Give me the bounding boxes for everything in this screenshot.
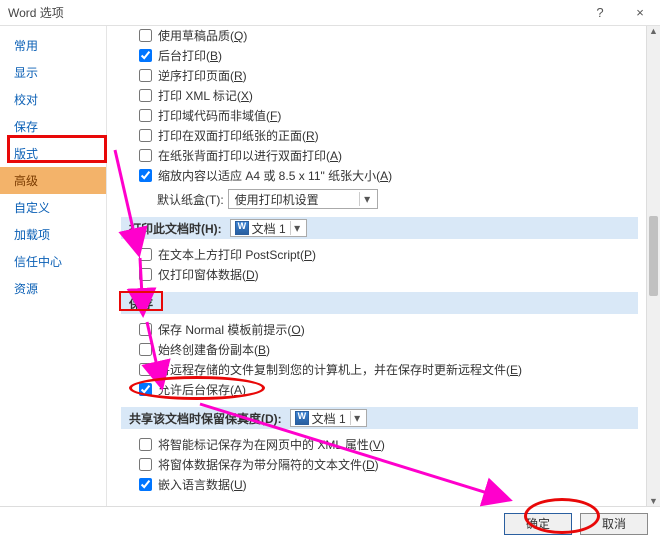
sidebar-item-6[interactable]: 自定义 xyxy=(0,194,106,221)
scroll-thumb[interactable] xyxy=(649,216,658,296)
share-option-checkbox-1[interactable] xyxy=(139,458,152,471)
chevron-down-icon: ▾ xyxy=(290,221,304,235)
print-option-label-4: 打印域代码而非域值(F) xyxy=(158,107,281,124)
save-option-row-0: 保存 Normal 模板前提示(O) xyxy=(139,320,646,339)
share-option-label-1: 将窗体数据保存为带分隔符的文本文件(D) xyxy=(158,456,379,473)
share-option-label-2: 嵌入语言数据(U) xyxy=(158,476,247,493)
save-section-header-label: 保存 xyxy=(129,295,153,312)
print-this-doc-header: 打印此文档时(H): 文档 1 ▾ xyxy=(121,217,638,239)
print-option-checkbox-4[interactable] xyxy=(139,109,152,122)
cancel-button[interactable]: 取消 xyxy=(580,513,648,535)
print-this-doc-header-label: 打印此文档时(H): xyxy=(129,220,222,237)
share-section-doc-name: 文档 1 xyxy=(312,410,346,427)
sidebar-item-8[interactable]: 信任中心 xyxy=(0,248,106,275)
sidebar-item-9[interactable]: 资源 xyxy=(0,275,106,302)
default-tray-row: 默认纸盒(T): 使用打印机设置 ▾ xyxy=(157,189,646,209)
print-option-row-2: 逆序打印页面(R) xyxy=(139,66,646,85)
word-doc-icon xyxy=(295,411,309,425)
dialog-footer: 确定 取消 xyxy=(0,506,660,540)
print-option-checkbox-6[interactable] xyxy=(139,149,152,162)
save-option-row-3: 允许后台保存(A) xyxy=(139,380,646,399)
help-button[interactable]: ? xyxy=(580,0,620,26)
chevron-down-icon: ▾ xyxy=(350,411,364,425)
print-option-label-7: 缩放内容以适应 A4 或 8.5 x 11" 纸张大小(A) xyxy=(158,167,392,184)
print-option-row-6: 在纸张背面打印以进行双面打印(A) xyxy=(139,146,646,165)
save-option-checkbox-3[interactable] xyxy=(139,383,152,396)
print-doc-option-label-0: 在文本上方打印 PostScript(P) xyxy=(158,246,316,263)
print-option-row-4: 打印域代码而非域值(F) xyxy=(139,106,646,125)
save-option-row-2: 将远程存储的文件复制到您的计算机上，并在保存时更新远程文件(E) xyxy=(139,360,646,379)
sidebar-item-5[interactable]: 高级 xyxy=(0,167,106,194)
titlebar: Word 选项 ? × xyxy=(0,0,660,26)
share-option-checkbox-0[interactable] xyxy=(139,438,152,451)
share-section-header: 共享该文档时保留保真度(D): 文档 1 ▾ xyxy=(121,407,638,429)
print-option-checkbox-0[interactable] xyxy=(139,29,152,42)
print-this-doc-combo[interactable]: 文档 1 ▾ xyxy=(230,219,307,237)
print-option-label-0: 使用草稿品质(Q) xyxy=(158,27,247,44)
default-tray-combo[interactable]: 使用打印机设置 ▾ xyxy=(228,189,378,209)
share-option-checkbox-2[interactable] xyxy=(139,478,152,491)
print-option-checkbox-1[interactable] xyxy=(139,49,152,62)
print-doc-option-row-1: 仅打印窗体数据(D) xyxy=(139,265,646,284)
sidebar-item-2[interactable]: 校对 xyxy=(0,86,106,113)
print-option-label-6: 在纸张背面打印以进行双面打印(A) xyxy=(158,147,342,164)
print-option-checkbox-2[interactable] xyxy=(139,69,152,82)
sidebar-item-1[interactable]: 显示 xyxy=(0,59,106,86)
content-pane: 使用草稿品质(Q) 后台打印(B) 逆序打印页面(R) 打印 XML 标记(X) 打印域… xyxy=(107,26,660,506)
save-option-label-3: 允许后台保存(A) xyxy=(158,381,246,398)
save-option-checkbox-2[interactable] xyxy=(139,363,152,376)
scrollbar[interactable]: ▲ ▼ xyxy=(646,26,660,506)
print-option-label-3: 打印 XML 标记(X) xyxy=(158,87,253,104)
print-option-label-2: 逆序打印页面(R) xyxy=(158,67,247,84)
print-doc-option-row-0: 在文本上方打印 PostScript(P) xyxy=(139,245,646,264)
print-option-row-3: 打印 XML 标记(X) xyxy=(139,86,646,105)
sidebar-item-7[interactable]: 加载项 xyxy=(0,221,106,248)
sidebar-item-3[interactable]: 保存 xyxy=(0,113,106,140)
save-option-checkbox-1[interactable] xyxy=(139,343,152,356)
chevron-down-icon: ▾ xyxy=(359,192,375,206)
print-this-doc-name: 文档 1 xyxy=(252,220,286,237)
save-section-header: 保存 xyxy=(121,292,638,314)
save-option-row-1: 始终创建备份副本(B) xyxy=(139,340,646,359)
share-option-row-0: 将智能标记保存为在网页中的 XML 属性(V) xyxy=(139,435,646,454)
share-option-row-1: 将窗体数据保存为带分隔符的文本文件(D) xyxy=(139,455,646,474)
sidebar-item-0[interactable]: 常用 xyxy=(0,32,106,59)
share-section-combo[interactable]: 文档 1 ▾ xyxy=(290,409,367,427)
share-option-row-2: 嵌入语言数据(U) xyxy=(139,475,646,494)
share-option-label-0: 将智能标记保存为在网页中的 XML 属性(V) xyxy=(158,436,385,453)
save-option-label-1: 始终创建备份副本(B) xyxy=(158,341,270,358)
print-option-label-1: 后台打印(B) xyxy=(158,47,222,64)
print-option-checkbox-5[interactable] xyxy=(139,129,152,142)
save-option-label-2: 将远程存储的文件复制到您的计算机上，并在保存时更新远程文件(E) xyxy=(158,361,522,378)
print-doc-option-label-1: 仅打印窗体数据(D) xyxy=(158,266,259,283)
word-doc-icon xyxy=(235,221,249,235)
print-doc-option-checkbox-0[interactable] xyxy=(139,248,152,261)
print-option-label-5: 打印在双面打印纸张的正面(R) xyxy=(158,127,319,144)
scroll-down-icon[interactable]: ▼ xyxy=(647,496,660,506)
scroll-up-icon[interactable]: ▲ xyxy=(647,26,660,36)
default-tray-label: 默认纸盒(T): xyxy=(157,191,224,208)
default-tray-value: 使用打印机设置 xyxy=(235,191,355,208)
share-section-header-label: 共享该文档时保留保真度(D): xyxy=(129,410,282,427)
save-option-checkbox-0[interactable] xyxy=(139,323,152,336)
close-button[interactable]: × xyxy=(620,0,660,26)
ok-button[interactable]: 确定 xyxy=(504,513,572,535)
sidebar: 常用显示校对保存版式高级自定义加载项信任中心资源 xyxy=(0,26,107,506)
print-option-row-5: 打印在双面打印纸张的正面(R) xyxy=(139,126,646,145)
print-option-checkbox-3[interactable] xyxy=(139,89,152,102)
sidebar-item-4[interactable]: 版式 xyxy=(0,140,106,167)
print-option-row-0: 使用草稿品质(Q) xyxy=(139,26,646,45)
print-option-row-1: 后台打印(B) xyxy=(139,46,646,65)
save-option-label-0: 保存 Normal 模板前提示(O) xyxy=(158,321,305,338)
print-option-row-7: 缩放内容以适应 A4 或 8.5 x 11" 纸张大小(A) xyxy=(139,166,646,185)
window-title: Word 选项 xyxy=(8,0,580,26)
print-option-checkbox-7[interactable] xyxy=(139,169,152,182)
print-doc-option-checkbox-1[interactable] xyxy=(139,268,152,281)
